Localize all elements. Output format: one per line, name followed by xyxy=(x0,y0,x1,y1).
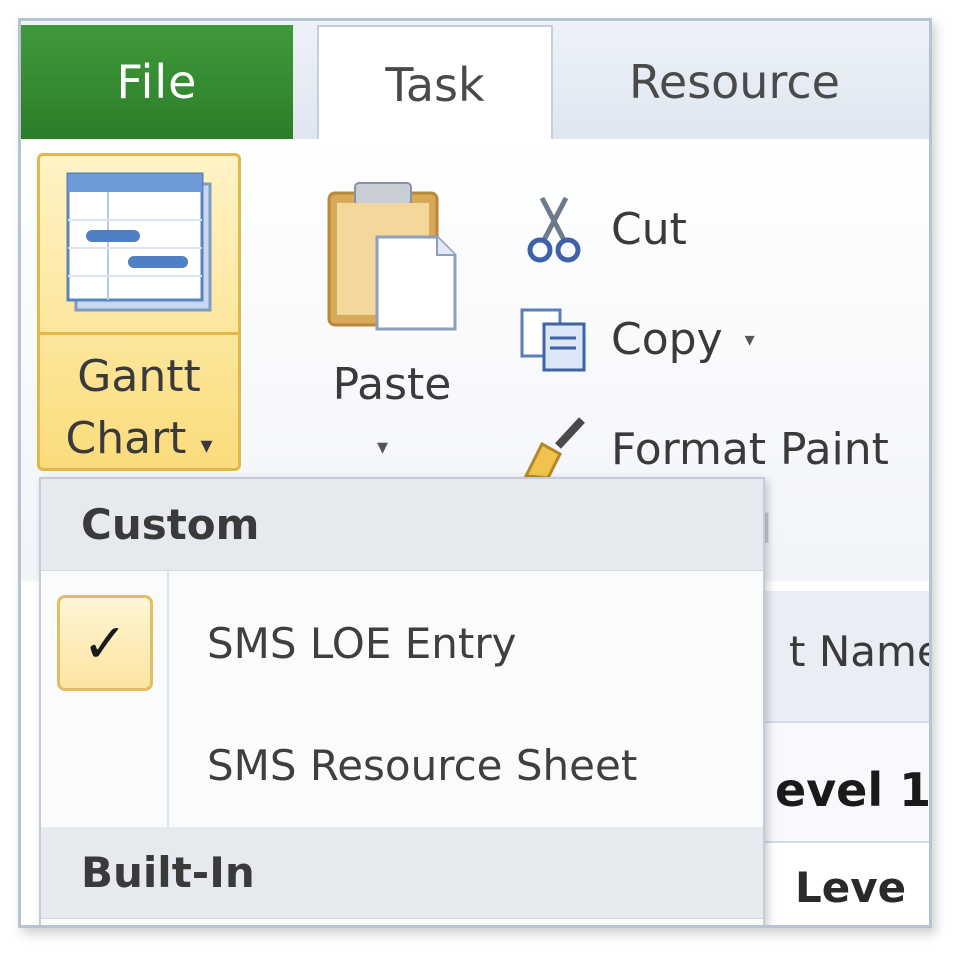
cell-text: Leve xyxy=(795,863,907,912)
gantt-label-line2: Chart xyxy=(65,413,187,464)
app-window: File Task Resource Gantt Chart ▾ Paste ▾… xyxy=(18,18,932,928)
ribbon-tab-strip: File Task Resource xyxy=(21,21,929,143)
gantt-label-line2-row: Chart ▾ xyxy=(40,408,238,476)
chevron-down-icon[interactable]: ▾ xyxy=(377,435,388,460)
menu-section-custom: Custom xyxy=(41,479,763,571)
menu-item-label: SMS Resource Sheet xyxy=(207,740,638,790)
split-divider xyxy=(40,332,238,335)
gantt-chart-dropdown-menu: Custom ✓ SMS LOE Entry SMS Resource Shee… xyxy=(39,477,765,925)
chevron-down-icon: ▾ xyxy=(200,431,213,459)
menu-item-sms-loe-entry[interactable]: ✓ SMS LOE Entry xyxy=(41,583,763,703)
tab-file[interactable]: File xyxy=(21,25,293,139)
copy-label: Copy xyxy=(611,313,723,365)
format-painter-label: Format Paint xyxy=(611,423,889,475)
column-header-label: t Name xyxy=(789,627,932,676)
copy-button[interactable]: Copy ▾ xyxy=(515,299,755,379)
gantt-chart-button[interactable]: Gantt Chart ▾ xyxy=(37,153,241,471)
tab-resource[interactable]: Resource xyxy=(581,25,929,139)
cell-text: evel 1 xyxy=(775,763,932,817)
table-row[interactable]: evel 1 xyxy=(763,721,932,843)
menu-section-built-in: Built-In xyxy=(41,827,763,919)
paste-button[interactable]: Paste xyxy=(317,359,467,410)
cut-label: Cut xyxy=(611,203,687,255)
paste-icon[interactable] xyxy=(319,179,469,339)
checkmark-icon: ✓ xyxy=(57,595,153,691)
menu-item-label: SMS LOE Entry xyxy=(207,618,517,668)
column-header-task-name[interactable]: t Name xyxy=(763,591,932,721)
menu-item-sms-resource-sheet[interactable]: SMS Resource Sheet xyxy=(41,705,763,825)
chevron-down-icon[interactable]: ▾ xyxy=(745,327,755,351)
gantt-label-line1: Gantt xyxy=(77,351,201,402)
scissors-icon xyxy=(515,190,593,268)
copy-icon xyxy=(515,300,593,378)
cut-button[interactable]: Cut xyxy=(515,189,687,269)
table-row[interactable]: Leve xyxy=(763,841,929,925)
tab-task[interactable]: Task xyxy=(317,25,553,143)
gantt-chart-icon xyxy=(66,172,212,312)
gantt-chart-label: Gantt Chart ▾ xyxy=(40,346,238,476)
